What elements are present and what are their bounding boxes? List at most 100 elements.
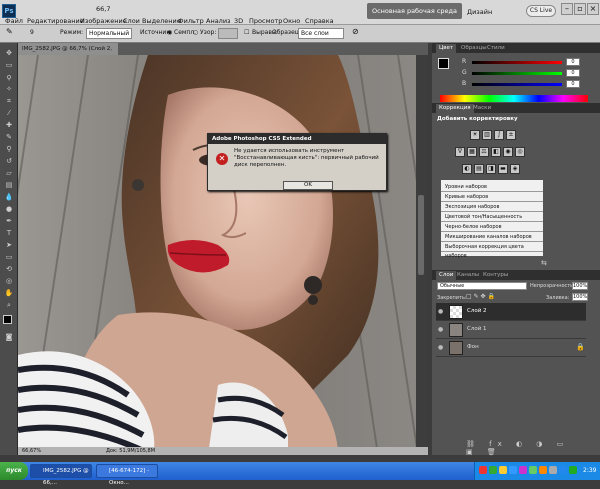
menu-window[interactable]: Окно xyxy=(283,17,300,25)
color-balance-icon[interactable]: ⚖ xyxy=(479,147,489,157)
value-b[interactable]: 0 xyxy=(566,80,580,88)
close-icon[interactable]: × xyxy=(587,3,599,15)
tray-app-icon[interactable] xyxy=(499,466,507,474)
zoom-level[interactable]: 66,7 xyxy=(96,5,110,13)
menu-analysis[interactable]: Анализ xyxy=(206,17,231,25)
history-brush-icon[interactable]: ↺ xyxy=(4,157,14,165)
menu-view[interactable]: Просмотр xyxy=(249,17,282,25)
levels-icon[interactable]: ▥ xyxy=(482,130,492,140)
shape-tool-icon[interactable]: ▭ xyxy=(4,253,14,261)
preset-channel-mixer[interactable]: Микширование каналов наборов xyxy=(441,233,543,242)
posterize-icon[interactable]: ▤ xyxy=(474,164,484,174)
tray-app-icon[interactable] xyxy=(519,466,527,474)
menu-filter[interactable]: Фильтр xyxy=(178,17,204,25)
menu-select[interactable]: Выделение xyxy=(142,17,181,25)
brightness-icon[interactable]: ☀ xyxy=(470,130,480,140)
3d-orbit-icon[interactable]: ◎ xyxy=(4,277,14,285)
type-tool-icon[interactable]: T xyxy=(4,229,14,237)
eraser-tool-icon[interactable]: ▱ xyxy=(4,169,14,177)
foreground-color-swatch[interactable] xyxy=(3,315,12,324)
3d-rotate-icon[interactable]: ⟲ xyxy=(4,265,14,273)
crop-tool-icon[interactable]: ⌗ xyxy=(4,97,14,105)
start-button[interactable]: пуск xyxy=(0,462,28,480)
menu-file[interactable]: Файл xyxy=(5,17,23,25)
channel-mixer-icon[interactable]: ◎ xyxy=(515,147,525,157)
threshold-icon[interactable]: ◨ xyxy=(486,164,496,174)
preset-exposure[interactable]: Экспозиция наборов xyxy=(441,203,543,212)
preset-hue-sat[interactable]: Цветовой тон/Насыщенность наборов xyxy=(441,213,543,229)
visibility-icon[interactable]: ● xyxy=(438,308,446,316)
slider-r[interactable] xyxy=(472,61,562,64)
tray-app-icon[interactable] xyxy=(539,466,547,474)
tray-app-icon[interactable] xyxy=(549,466,557,474)
preset-curves[interactable]: Кривые наборов xyxy=(441,193,543,202)
tray-app-icon[interactable] xyxy=(479,466,487,474)
tray-app-icon[interactable] xyxy=(529,466,537,474)
layer-row[interactable]: ● Слой 1 xyxy=(436,321,586,339)
zoom-readout[interactable]: 66,67% xyxy=(22,447,41,455)
marquee-tool-icon[interactable]: ▭ xyxy=(4,61,14,69)
quick-select-icon[interactable]: ✧ xyxy=(4,85,14,93)
layer-actions[interactable]: ⛓ fx ◐ ◑ ▭ ▣ 🗑 xyxy=(436,440,586,456)
document-tab[interactable]: IMG_2582.JPG @ 66,7% (Слой 2, RGB/8) * xyxy=(18,43,118,64)
sample-layers-select[interactable]: Все слои xyxy=(298,28,344,39)
bw-icon[interactable]: ◧ xyxy=(491,147,501,157)
color-spectrum[interactable] xyxy=(440,95,588,102)
sample-radio[interactable]: ◉ xyxy=(167,29,172,36)
workspace-button[interactable]: Основная рабочая среда xyxy=(367,3,462,19)
photo-filter-icon[interactable]: ◉ xyxy=(503,147,513,157)
minimize-icon[interactable]: – xyxy=(561,3,573,15)
invert-icon[interactable]: ◐ xyxy=(462,164,472,174)
brush-tool-icon[interactable]: ✎ xyxy=(4,133,14,141)
visibility-icon[interactable]: ● xyxy=(438,326,446,334)
brush-size[interactable]: 9 xyxy=(30,29,34,36)
eyedropper-tool-icon[interactable]: ⁄ xyxy=(4,109,14,117)
slider-b[interactable] xyxy=(472,83,562,86)
move-tool-icon[interactable]: ✥ xyxy=(4,49,14,57)
pattern-picker[interactable] xyxy=(218,28,238,39)
brush-tool-icon[interactable]: ✎ xyxy=(6,27,13,36)
gradient-map-icon[interactable]: ▬ xyxy=(498,164,508,174)
restore-icon[interactable]: ▫ xyxy=(574,3,586,15)
ignore-adjustment-icon[interactable]: ⊘ xyxy=(352,27,359,36)
ok-button[interactable]: OK xyxy=(283,181,333,190)
blend-mode-select[interactable]: Обычные xyxy=(437,282,527,290)
selective-color-icon[interactable]: ◈ xyxy=(510,164,520,174)
blur-tool-icon[interactable]: 💧 xyxy=(4,193,14,201)
lock-icons[interactable]: □ ✎ ✥ 🔒 xyxy=(466,293,495,300)
layer-row-active[interactable]: ● Слой 2 xyxy=(436,303,586,321)
zoom-tool-icon[interactable]: ⌕ xyxy=(4,301,14,309)
tab-masks[interactable]: Маски xyxy=(470,104,494,113)
image-canvas[interactable] xyxy=(18,55,416,455)
slider-g[interactable] xyxy=(472,72,562,75)
tab-adjustments[interactable]: Коррекция xyxy=(436,104,474,113)
preset-bw[interactable]: Черно-белое наборов xyxy=(441,223,543,232)
opacity-field[interactable]: 100% xyxy=(572,282,588,290)
cs-live-button[interactable]: CS Live xyxy=(526,5,556,17)
design-workspace[interactable]: Дизайн xyxy=(467,8,492,16)
dodge-tool-icon[interactable]: ● xyxy=(4,205,14,213)
menu-edit[interactable]: Редактирование xyxy=(27,17,84,25)
value-r[interactable]: 0 xyxy=(566,58,580,66)
fg-color-chip[interactable] xyxy=(438,58,449,69)
vibrance-icon[interactable]: ∇ xyxy=(455,147,465,157)
hue-sat-icon[interactable]: ▦ xyxy=(467,147,477,157)
scroll-thumb[interactable] xyxy=(418,195,424,275)
gradient-tool-icon[interactable]: ▤ xyxy=(4,181,14,189)
menu-image[interactable]: Изображение xyxy=(80,17,127,25)
taskbar-photoshop[interactable]: IMG_2582.JPG @ 66,... xyxy=(30,464,92,486)
preset-selective-color[interactable]: Выборочная коррекция цвета наборов xyxy=(441,243,543,259)
menu-3d[interactable]: 3D xyxy=(234,17,243,25)
taskbar-window2[interactable]: [46-674-172] - Окно... xyxy=(96,464,158,486)
quick-mask-icon[interactable]: ◙ xyxy=(4,333,14,341)
curves-icon[interactable]: ∫ xyxy=(494,130,504,140)
hand-tool-icon[interactable]: ✋ xyxy=(4,289,14,297)
network-icon[interactable] xyxy=(569,466,577,474)
volume-icon[interactable] xyxy=(559,466,567,474)
tab-paths[interactable]: Контуры xyxy=(480,271,511,280)
menu-layers[interactable]: Слои xyxy=(123,17,140,25)
align-checkbox[interactable]: ☐ xyxy=(244,29,249,36)
layer-row[interactable]: ● Фон 🔒 xyxy=(436,339,586,357)
fill-field[interactable]: 100% xyxy=(572,293,588,301)
tab-color[interactable]: Цвет xyxy=(436,44,457,53)
